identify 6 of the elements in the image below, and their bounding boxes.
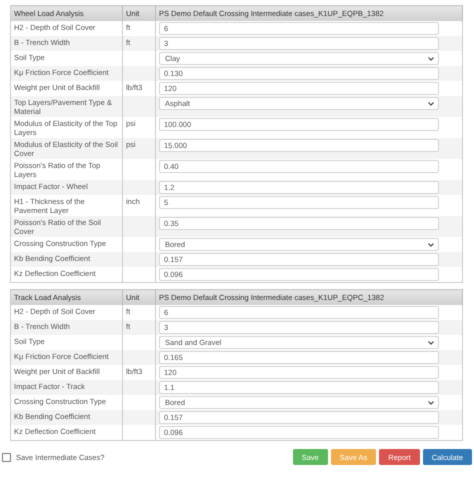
chevron-down-icon <box>428 56 434 60</box>
checkbox[interactable] <box>2 452 11 462</box>
chevron-down-icon <box>428 340 434 344</box>
chevron-down-icon <box>428 400 434 404</box>
chevron-down-icon <box>428 242 434 246</box>
chevron-down-icon <box>428 102 434 106</box>
